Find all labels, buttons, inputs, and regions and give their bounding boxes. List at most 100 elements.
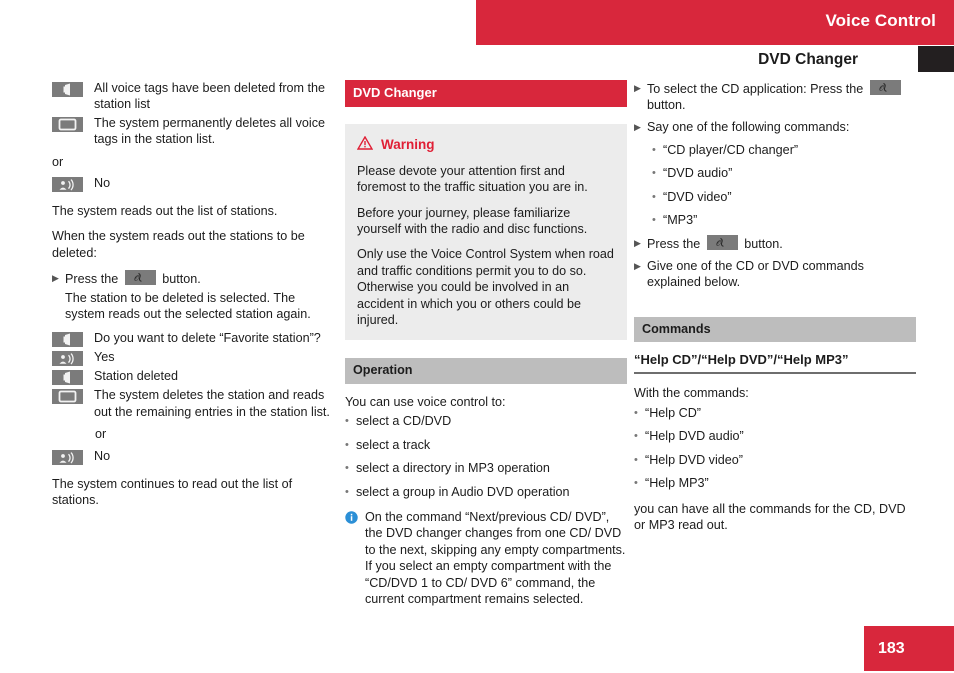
dot-bullet-icon: • bbox=[345, 415, 349, 428]
warning-paragraph: Before your journey, please familiarize … bbox=[357, 205, 588, 237]
dialog-text: No bbox=[94, 448, 111, 463]
dialog-row: Station deleted bbox=[52, 368, 334, 386]
step-body: Press the 𝒪 button. bbox=[647, 235, 916, 252]
display-screen-icon bbox=[52, 116, 83, 132]
dialog-text: The system permanently deletes all voice… bbox=[94, 115, 325, 147]
step-detail: The station to be deleted is selected. T… bbox=[65, 290, 311, 322]
section-header-commands: Commands bbox=[634, 316, 916, 343]
user-speaks-icon bbox=[52, 351, 83, 367]
list-item-label: “MP3” bbox=[663, 213, 698, 228]
section-subtitle: DVD Changer bbox=[758, 51, 858, 68]
list-item: • “Help DVD audio” bbox=[634, 428, 916, 444]
warning-header: Warning bbox=[356, 136, 615, 154]
arrow-bullet-icon: ▶ bbox=[634, 121, 641, 132]
warning-triangle-icon bbox=[356, 136, 374, 154]
dialog-row: No bbox=[52, 448, 334, 465]
dot-bullet-icon: • bbox=[634, 430, 638, 443]
help-commands-bullet-list: • “Help CD” • “Help DVD audio” • “Help D… bbox=[634, 405, 916, 492]
dot-bullet-icon: • bbox=[345, 462, 349, 475]
list-item: • “DVD video” bbox=[652, 189, 916, 205]
dialog-row: Yes bbox=[52, 349, 334, 367]
info-note-text: On the command “Next/previous CD/ DVD”, … bbox=[365, 509, 626, 606]
paragraph: The system continues to read out the lis… bbox=[52, 476, 293, 508]
arrow-bullet-icon: ▶ bbox=[634, 238, 641, 249]
left-column: All voice tags have been deleted from th… bbox=[52, 80, 334, 518]
list-item-label: “DVD video” bbox=[663, 189, 732, 204]
dot-bullet-icon: • bbox=[634, 477, 638, 490]
dot-bullet-icon: • bbox=[634, 453, 638, 466]
system-voice-output-icon bbox=[52, 82, 83, 97]
voice-control-button-icon[interactable]: 𝒪 bbox=[706, 235, 738, 251]
info-note: On the command “Next/previous CD/ DVD”, … bbox=[345, 509, 627, 607]
page-title: Voice Control bbox=[825, 11, 936, 30]
dot-bullet-icon: • bbox=[652, 214, 656, 227]
dot-bullet-icon: • bbox=[345, 485, 349, 498]
list-item: • select a directory in MP3 operation bbox=[345, 460, 627, 476]
right-column: ▶ To select the CD application: Press th… bbox=[634, 80, 916, 542]
commands-outro: you can have all the commands for the CD… bbox=[634, 501, 906, 532]
dot-bullet-icon: • bbox=[634, 406, 638, 419]
list-item: • “CD player/CD changer” bbox=[652, 142, 916, 158]
arrow-bullet-icon: ▶ bbox=[634, 260, 641, 271]
list-item: • “DVD audio” bbox=[652, 165, 916, 181]
list-item-label: “DVD audio” bbox=[663, 166, 733, 181]
step-prefix: Say one of the following commands: bbox=[647, 119, 850, 134]
section-header-operation: Operation bbox=[345, 358, 627, 384]
list-item: • “Help MP3” bbox=[634, 475, 916, 491]
info-circle-icon bbox=[345, 511, 358, 607]
arrow-bullet-icon: ▶ bbox=[634, 83, 641, 93]
paragraph: The system reads out the list of station… bbox=[52, 204, 278, 219]
warning-box: Warning Please devote your attention fir… bbox=[345, 124, 627, 341]
warning-label: Warning bbox=[381, 137, 435, 153]
dialog-row: The system deletes the station and reads… bbox=[52, 387, 334, 420]
step-body: Press the 𝒪 button. bbox=[65, 270, 334, 287]
display-screen-icon bbox=[52, 389, 83, 405]
list-item: • “Help CD” bbox=[634, 405, 916, 421]
warning-paragraph: Please devote your attention first and f… bbox=[357, 163, 588, 195]
commands-bullet-list: • “CD player/CD changer” • “DVD audio” •… bbox=[634, 142, 916, 229]
operation-bullet-list: • select a CD/DVD • select a track • sel… bbox=[345, 413, 627, 500]
list-item-label: “Help DVD audio” bbox=[645, 429, 744, 444]
instruction-step: ▶ To select the CD application: Press th… bbox=[634, 80, 916, 114]
instruction-step: ▶ Press the 𝒪 button. bbox=[52, 270, 334, 287]
dot-bullet-icon: • bbox=[652, 143, 656, 156]
commands-sub-heading: “Help CD”/“Help DVD”/“Help MP3” bbox=[634, 352, 916, 375]
voice-control-button-icon[interactable]: 𝒪 bbox=[124, 270, 156, 286]
instruction-step: ▶ Press the 𝒪 button. bbox=[634, 235, 916, 252]
step-prefix: To select the CD application: Press the bbox=[647, 82, 864, 96]
list-item-label: select a CD/DVD bbox=[356, 414, 452, 429]
list-item: • select a group in Audio DVD operation bbox=[345, 484, 627, 500]
dialog-text: Yes bbox=[94, 350, 115, 365]
user-speaks-icon bbox=[52, 449, 83, 465]
operation-intro: You can use voice control to: bbox=[345, 394, 506, 409]
list-item-label: “CD player/CD changer” bbox=[663, 142, 799, 157]
paragraph: When the system reads out the stations t… bbox=[52, 229, 305, 260]
list-item: • select a track bbox=[345, 437, 627, 453]
system-voice-output-icon bbox=[52, 370, 83, 386]
dot-bullet-icon: • bbox=[652, 167, 656, 180]
instruction-step: ▶ Say one of the following commands: bbox=[634, 119, 916, 136]
chapter-marker-tab bbox=[918, 46, 954, 72]
step-prefix: Press the bbox=[65, 272, 119, 287]
section-header-dvd-changer: DVD Changer bbox=[345, 80, 627, 108]
voice-control-button-icon[interactable]: 𝒪 bbox=[869, 80, 901, 95]
step-suffix: button. bbox=[162, 272, 201, 287]
page-number: 183 bbox=[878, 640, 905, 657]
list-item-label: “Help DVD video” bbox=[645, 452, 743, 467]
instruction-step: ▶ Give one of the CD or DVD commands exp… bbox=[634, 258, 916, 291]
dialog-row: All voice tags have been deleted from th… bbox=[52, 80, 334, 113]
middle-column: DVD Changer Warning Please devote your a… bbox=[345, 80, 627, 607]
commands-intro: With the commands: bbox=[634, 386, 749, 401]
dialog-text: Station deleted bbox=[94, 369, 179, 384]
list-item: • “MP3” bbox=[652, 212, 916, 228]
step-body: Give one of the CD or DVD commands expla… bbox=[647, 258, 864, 290]
step-prefix: Press the bbox=[647, 237, 701, 252]
list-item-label: select a directory in MP3 operation bbox=[356, 461, 550, 476]
alternative-label: or bbox=[52, 154, 64, 169]
alternative-label: or bbox=[95, 427, 107, 442]
dot-bullet-icon: • bbox=[345, 438, 349, 451]
dialog-text: No bbox=[94, 176, 111, 191]
list-item-label: “Help MP3” bbox=[645, 476, 709, 491]
step-suffix: button. bbox=[647, 98, 686, 113]
dialog-text: All voice tags have been deleted from th… bbox=[94, 81, 326, 112]
